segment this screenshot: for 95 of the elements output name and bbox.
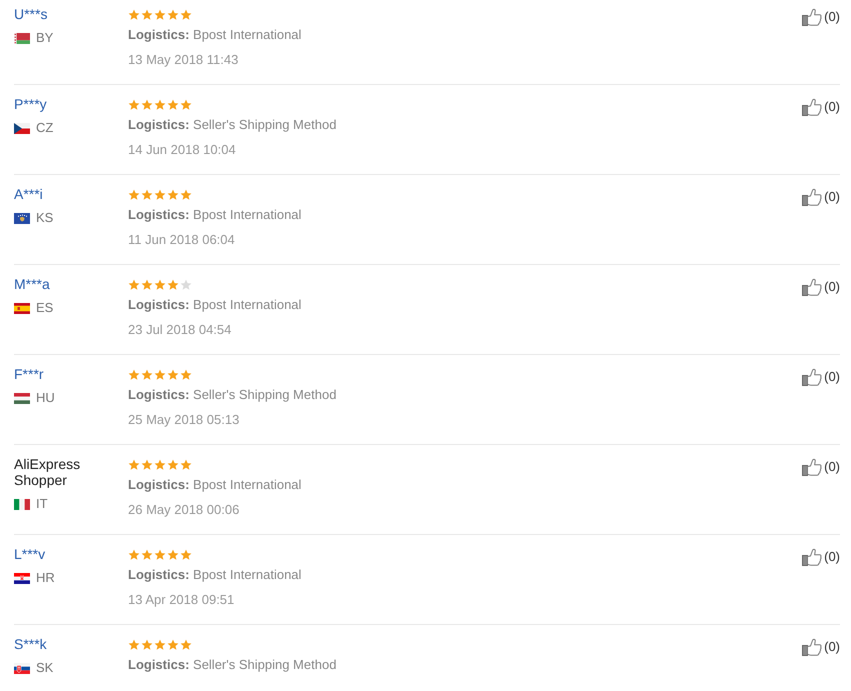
star-icon	[154, 369, 166, 381]
star-icon	[180, 549, 192, 561]
star-icon	[141, 279, 153, 291]
star-icon	[180, 279, 192, 291]
reviewer-name: AliExpress Shopper	[14, 456, 82, 488]
thumbs-up-icon	[802, 638, 822, 656]
star-icon	[167, 279, 179, 291]
star-icon	[128, 99, 140, 111]
star-icon	[167, 99, 179, 111]
star-icon	[154, 639, 166, 651]
country-code: BY	[36, 29, 54, 47]
star-icon	[154, 549, 166, 561]
like-button[interactable]: (0)	[802, 188, 840, 206]
star-icon	[154, 279, 166, 291]
star-icon	[141, 99, 153, 111]
reviewer-link[interactable]: U***s	[14, 6, 48, 22]
like-button[interactable]: (0)	[802, 278, 840, 296]
star-icon	[167, 9, 179, 21]
review-date: 25 May 2018 05:13	[128, 412, 240, 428]
thumbs-up-icon	[802, 458, 822, 476]
star-icon	[154, 189, 166, 201]
star-icon	[128, 459, 140, 471]
star-icon	[154, 99, 166, 111]
star-icon	[128, 369, 140, 381]
star-icon	[180, 639, 192, 651]
star-icon	[141, 639, 153, 651]
star-icon	[167, 459, 179, 471]
flag-icon	[14, 32, 30, 44]
flag-icon	[14, 498, 30, 510]
star-icon	[180, 189, 192, 201]
thumbs-up-icon	[802, 368, 822, 386]
flag-icon	[14, 392, 30, 404]
flag-icon	[14, 302, 30, 314]
country-code: HR	[36, 569, 55, 587]
flag-icon	[14, 662, 30, 674]
shipping-info: Logistics: Bpost International	[128, 26, 302, 44]
shipping-info: Logistics: Seller's Shipping Method	[128, 116, 336, 134]
star-icon	[180, 99, 192, 111]
star-icon	[128, 549, 140, 561]
like-button[interactable]: (0)	[802, 368, 840, 386]
like-button[interactable]: (0)	[802, 458, 840, 476]
reviewer-link[interactable]: A***i	[14, 186, 43, 202]
thumbs-up-icon	[802, 278, 822, 296]
shipping-info: Logistics: Bpost International	[128, 566, 302, 584]
star-icon	[167, 369, 179, 381]
review-date: 23 Jul 2018 04:54	[128, 322, 232, 338]
review-date: 11 Jun 2018 06:04	[128, 232, 235, 248]
star-icon	[128, 279, 140, 291]
reviewer-link[interactable]: S***k	[14, 636, 47, 652]
country-code: KS	[36, 209, 54, 227]
thumbs-up-icon	[802, 188, 822, 206]
like-button[interactable]: (0)	[802, 8, 840, 26]
thumbs-up-icon	[802, 98, 822, 116]
flag-icon	[14, 122, 30, 134]
star-icon	[128, 639, 140, 651]
star-icon	[180, 9, 192, 21]
reviewer-link[interactable]: F***r	[14, 366, 44, 382]
country-code: IT	[36, 495, 48, 513]
review-date: 13 May 2018 11:43	[128, 52, 238, 68]
flag-icon	[14, 212, 30, 224]
like-button[interactable]: (0)	[802, 548, 840, 566]
shipping-info: Logistics: Bpost International	[128, 206, 302, 224]
shipping-info: Logistics: Seller's Shipping Method	[128, 656, 336, 674]
star-icon	[154, 459, 166, 471]
reviewer-link[interactable]: M***a	[14, 276, 50, 292]
country-code: HU	[36, 389, 55, 407]
reviewer-link[interactable]: L***v	[14, 546, 46, 562]
review-date: 13 Apr 2018 09:51	[128, 592, 234, 608]
like-button[interactable]: (0)	[802, 98, 840, 116]
star-icon	[167, 189, 179, 201]
country-code: ES	[36, 299, 54, 317]
star-icon	[141, 369, 153, 381]
star-icon	[167, 549, 179, 561]
reviewer-link[interactable]: P***y	[14, 96, 47, 112]
star-icon	[167, 639, 179, 651]
flag-icon	[14, 572, 30, 584]
shipping-info: Logistics: Seller's Shipping Method	[128, 386, 336, 404]
star-icon	[141, 549, 153, 561]
shipping-info: Logistics: Bpost International	[128, 296, 302, 314]
thumbs-up-icon	[802, 548, 822, 566]
review-date: 26 May 2018 00:06	[128, 502, 240, 518]
like-button[interactable]: (0)	[802, 638, 840, 656]
review-date: 14 Jun 2018 10:04	[128, 142, 236, 158]
star-icon	[128, 9, 140, 21]
shipping-info: Logistics: Bpost International	[128, 476, 302, 494]
star-icon	[180, 369, 192, 381]
star-icon	[128, 189, 140, 201]
star-icon	[141, 459, 153, 471]
star-icon	[180, 459, 192, 471]
country-code: CZ	[36, 119, 54, 137]
star-icon	[154, 9, 166, 21]
thumbs-up-icon	[802, 8, 822, 26]
star-icon	[141, 9, 153, 21]
country-code: SK	[36, 659, 54, 677]
star-icon	[141, 189, 153, 201]
